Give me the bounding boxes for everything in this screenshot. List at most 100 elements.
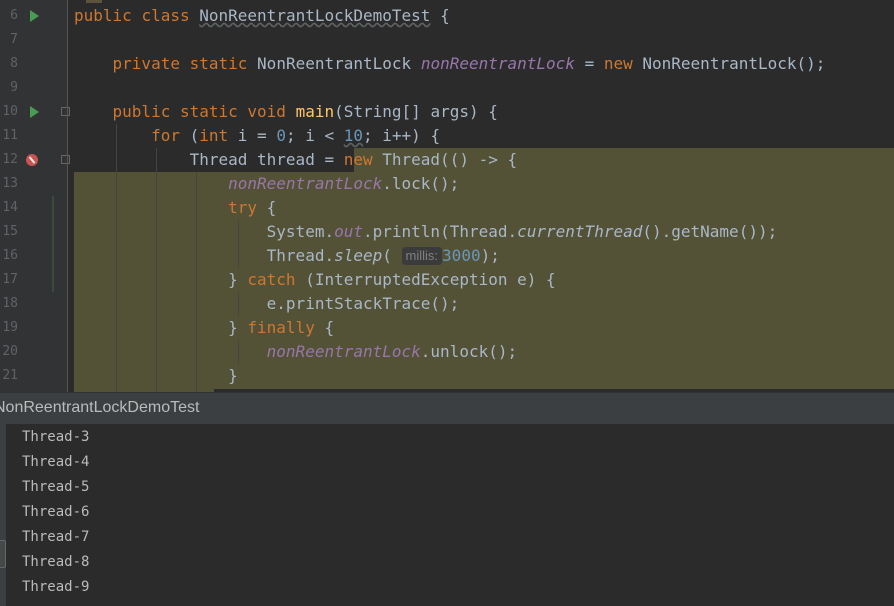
line-number: 10 — [2, 104, 18, 119]
keyword: new — [603, 54, 633, 73]
code-editor[interactable]: 6 7 8 9 10 11 12 13 14 15 16 17 18 19 20… — [0, 0, 894, 392]
code-token: } — [228, 366, 238, 385]
code-token: .println(Thread. — [363, 222, 518, 241]
code-token: ( — [179, 126, 200, 145]
field-name: out — [334, 222, 363, 241]
code-token: { — [314, 318, 335, 337]
line-number: 16 — [2, 248, 18, 263]
code-line-21[interactable]: } — [74, 364, 238, 388]
line-number: 7 — [10, 32, 18, 47]
code-token: System. — [266, 222, 335, 241]
keyword: static — [189, 54, 248, 73]
code-token: i = — [228, 126, 277, 145]
line-number: 19 — [2, 320, 18, 335]
code-token: Thread(() -> { — [372, 150, 518, 169]
run-tool-header[interactable]: NonReentrantLockDemoTest — [0, 392, 894, 424]
code-token: ; i++) { — [363, 126, 441, 145]
code-token: NonReentrantLock(); — [632, 54, 826, 73]
keyword: void — [247, 102, 286, 121]
line-number: 15 — [2, 224, 18, 239]
line-number: 11 — [2, 128, 18, 143]
code-token: { — [257, 198, 277, 217]
line-number: 8 — [10, 56, 18, 71]
change-marker — [52, 196, 54, 292]
code-token: ().getName()); — [642, 222, 778, 241]
keyword: private — [112, 54, 180, 73]
code-token: Thread thread = — [189, 150, 344, 169]
caret-row-marker — [86, 0, 102, 3]
keyword: int — [199, 126, 229, 145]
code-token: } — [228, 318, 248, 337]
field-name: nonReentrantLock — [266, 342, 421, 361]
console-output[interactable]: Thread-3 Thread-4 Thread-5 Thread-6 Thre… — [0, 424, 894, 606]
code-token: ; i < — [285, 126, 344, 145]
code-token: (InterruptedException e) { — [295, 270, 556, 289]
number-literal: 10 — [343, 126, 364, 145]
code-line-15[interactable]: System.out.println(Thread.currentThread(… — [74, 220, 778, 244]
console-line: Thread-9 — [22, 579, 90, 595]
line-number: 17 — [2, 272, 18, 287]
keyword: class — [141, 6, 190, 25]
line-number: 6 — [10, 8, 18, 23]
code-line-6[interactable]: public class NonReentrantLockDemoTest { — [74, 4, 450, 28]
line-number: 20 — [2, 344, 18, 359]
code-token: (String[] args) { — [334, 102, 498, 121]
type-name: NonReentrantLock — [257, 54, 412, 73]
code-line-18[interactable]: e.printStackTrace(); — [74, 292, 460, 316]
keyword: for — [151, 126, 180, 145]
line-number: 18 — [2, 296, 18, 311]
keyword: catch — [247, 270, 296, 289]
console-line: Thread-7 — [22, 529, 90, 545]
field-name: nonReentrantLock — [420, 54, 575, 73]
code-token: Thread. — [266, 246, 335, 265]
method-name: currentThread — [517, 222, 643, 241]
code-line-14[interactable]: try { — [74, 196, 276, 220]
code-line-10[interactable]: public static void main(String[] args) { — [74, 100, 498, 124]
keyword: new — [343, 150, 373, 169]
number-literal: 3000 — [442, 246, 481, 265]
console-line: Thread-8 — [22, 554, 90, 570]
gutter[interactable]: 6 7 8 9 10 11 12 13 14 15 16 17 18 19 20… — [0, 0, 70, 392]
toolbar-button[interactable] — [0, 540, 6, 568]
code-line-17[interactable]: } catch (InterruptedException e) { — [74, 268, 556, 292]
fold-icon[interactable] — [61, 107, 70, 116]
code-token: e.printStackTrace(); — [266, 294, 460, 313]
code-token: .lock(); — [382, 174, 460, 193]
parameter-hint: millis: — [401, 247, 443, 265]
keyword: public — [74, 6, 132, 25]
code-line-8[interactable]: private static NonReentrantLock nonReent… — [74, 52, 826, 76]
class-name: NonReentrantLockDemoTest — [199, 6, 431, 25]
line-number: 14 — [2, 200, 18, 215]
gutter-separator — [67, 0, 68, 392]
console-line: Thread-6 — [22, 504, 90, 520]
code-line-16[interactable]: Thread.sleep( millis: 3000); — [74, 244, 500, 268]
fold-icon[interactable] — [61, 155, 70, 164]
console-line: Thread-3 — [22, 429, 90, 445]
line-number: 13 — [2, 176, 18, 191]
number-literal: 0 — [276, 126, 286, 145]
run-toolbar[interactable] — [0, 424, 6, 606]
console-line: Thread-5 — [22, 479, 90, 495]
line-number: 21 — [2, 368, 18, 383]
code-token: } — [228, 270, 248, 289]
run-tool-window[interactable]: NonReentrantLockDemoTest Thread-3 Thread… — [0, 392, 894, 606]
code-line-12[interactable]: Thread thread = new Thread(() -> { — [74, 148, 518, 172]
breakpoint-icon[interactable] — [26, 154, 38, 166]
code-line-19[interactable]: } finally { — [74, 316, 334, 340]
code-line-13[interactable]: nonReentrantLock.lock(); — [74, 172, 459, 196]
keyword: static — [179, 102, 238, 121]
keyword: try — [228, 198, 258, 217]
code-token: .unlock(); — [420, 342, 518, 361]
code-token: = — [574, 54, 604, 73]
code-line-20[interactable]: nonReentrantLock.unlock(); — [74, 340, 517, 364]
keyword: finally — [247, 318, 315, 337]
run-icon[interactable] — [30, 10, 39, 22]
method-name: sleep — [334, 246, 383, 265]
method-name: main — [295, 102, 335, 121]
run-icon[interactable] — [30, 106, 39, 118]
code-line-11[interactable]: for (int i = 0; i < 10; i++) { — [74, 124, 440, 148]
run-config-tab[interactable]: NonReentrantLockDemoTest — [0, 399, 199, 417]
code-token: ( — [382, 246, 392, 265]
line-number: 9 — [10, 80, 18, 95]
field-name: nonReentrantLock — [228, 174, 383, 193]
